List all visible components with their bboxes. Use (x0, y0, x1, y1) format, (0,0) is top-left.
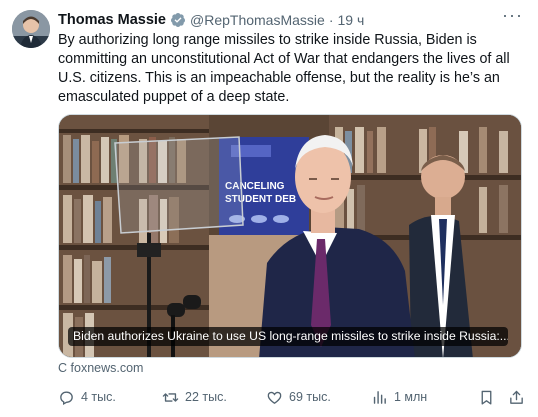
like-count: 69 тыс. (289, 390, 331, 404)
verified-badge-icon (170, 13, 185, 27)
media-caption: Biden authorizes Ukraine to use US long-… (68, 327, 508, 346)
bookmark-button[interactable] (478, 388, 501, 406)
avatar[interactable] (12, 10, 50, 48)
action-bar: 4 тыс. 22 тыс. 69 тыс. 1 млн (58, 388, 528, 406)
views-button[interactable]: 1 млн (371, 388, 427, 406)
tweet-text: By authorizing long range missiles to st… (58, 32, 510, 105)
reply-icon (60, 391, 73, 405)
news-photo-image: CANCELING STUDENT DEB (59, 115, 521, 357)
heart-icon (267, 391, 282, 404)
separator-dot: · (328, 12, 334, 28)
link-source[interactable]: С foxnews.com (58, 361, 143, 375)
share-icon (510, 390, 523, 404)
repost-count: 22 тыс. (185, 390, 227, 404)
share-button[interactable] (508, 388, 531, 406)
repost-button[interactable]: 22 тыс. (162, 388, 227, 406)
views-chart-icon (373, 390, 386, 404)
reply-button[interactable]: 4 тыс. (58, 388, 116, 406)
like-button[interactable]: 69 тыс. (266, 388, 331, 406)
avatar-photo-icon (12, 10, 50, 48)
tweet-header: Thomas Massie @RepThomasMassie · 19 ч (58, 10, 526, 30)
views-count: 1 млн (394, 390, 428, 404)
post-time[interactable]: 19 ч (337, 12, 364, 28)
media-card[interactable]: CANCELING STUDENT DEB Biden authorizes U… (58, 114, 522, 358)
author-name[interactable]: Thomas Massie (58, 12, 166, 28)
bookmark-icon (481, 390, 492, 405)
reply-count: 4 тыс. (81, 390, 116, 404)
link-source-domain: foxnews.com (70, 361, 144, 375)
repost-icon (162, 392, 179, 402)
author-handle[interactable]: @RepThomasMassie (190, 12, 325, 28)
more-options-icon[interactable]: ··· (502, 6, 522, 28)
link-source-prefix: С (58, 361, 68, 375)
tweet[interactable]: Thomas Massie @RepThomasMassie · 19 ч ··… (0, 0, 538, 417)
